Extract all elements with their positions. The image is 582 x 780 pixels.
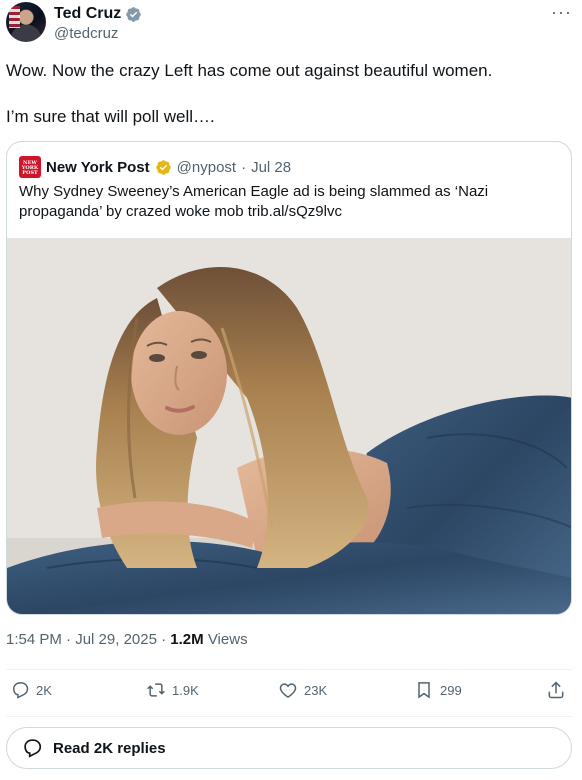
quoted-date[interactable]: Jul 28 bbox=[251, 159, 291, 176]
author-name[interactable]: Ted Cruz bbox=[54, 4, 121, 24]
tweet-time[interactable]: 1:54 PM bbox=[6, 631, 62, 648]
views-count: 1.2M bbox=[170, 631, 204, 648]
more-options-icon[interactable]: ··· bbox=[551, 2, 572, 22]
views-separator: · bbox=[161, 631, 167, 648]
quoted-tweet-card[interactable]: NEW YORK POST New York Post @nypost · Ju… bbox=[6, 141, 572, 615]
nypost-logo: NEW YORK POST bbox=[19, 156, 41, 178]
quoted-tweet-photo[interactable] bbox=[7, 238, 571, 614]
quoted-author-name[interactable]: New York Post bbox=[46, 159, 150, 176]
views-label: Views bbox=[207, 631, 248, 648]
tweet-date[interactable]: Jul 29, 2025 bbox=[75, 631, 157, 648]
quoted-tweet-text: Why Sydney Sweeney’s American Eagle ad i… bbox=[19, 183, 489, 220]
repost-count: 1.9K bbox=[172, 682, 199, 698]
bookmark-count: 299 bbox=[440, 682, 462, 698]
read-replies-button[interactable]: Read 2K replies bbox=[6, 727, 572, 769]
verified-badge-icon bbox=[126, 6, 142, 22]
repost-icon bbox=[147, 683, 165, 697]
share-icon bbox=[548, 681, 564, 699]
tweet-text-line-2: I’m sure that will poll well…. bbox=[6, 107, 215, 126]
repost-button[interactable]: 1.9K bbox=[146, 680, 199, 700]
reply-count: 2K bbox=[36, 682, 52, 698]
reply-button[interactable]: 2K bbox=[10, 680, 52, 700]
svg-text:POST: POST bbox=[22, 170, 38, 176]
author-avatar[interactable] bbox=[6, 2, 46, 42]
verified-gold-badge-icon bbox=[155, 159, 171, 175]
author-name-row: Ted Cruz bbox=[54, 4, 142, 24]
divider-bottom bbox=[6, 716, 572, 717]
like-count: 23K bbox=[304, 682, 328, 698]
tweet-header: Ted Cruz @tedcruz ··· bbox=[6, 2, 574, 46]
reply-icon bbox=[12, 682, 29, 699]
action-bar: 2K 1.9K 23K 299 bbox=[6, 680, 572, 708]
avatar-flag bbox=[9, 6, 20, 28]
author-handle[interactable]: @tedcruz bbox=[54, 25, 118, 42]
quoted-author-handle[interactable]: @nypost bbox=[177, 159, 236, 176]
bookmark-button[interactable]: 299 bbox=[414, 680, 462, 700]
heart-icon bbox=[279, 683, 297, 698]
quoted-tweet-header: NEW YORK POST New York Post @nypost · Ju… bbox=[19, 156, 291, 178]
bookmark-icon bbox=[418, 682, 430, 699]
tweet-text-line-1: Wow. Now the crazy Left has come out aga… bbox=[6, 61, 493, 80]
divider-top bbox=[6, 669, 572, 670]
timestamp-separator: · bbox=[66, 631, 72, 648]
tweet-text: Wow. Now the crazy Left has come out aga… bbox=[6, 60, 566, 128]
nypost-logo-mark: NEW YORK POST bbox=[21, 160, 39, 176]
photo-illustration bbox=[7, 238, 571, 614]
reply-bubble-icon bbox=[24, 739, 42, 758]
quoted-separator: · bbox=[241, 158, 247, 176]
share-button[interactable] bbox=[546, 680, 566, 700]
read-replies-label: Read 2K replies bbox=[53, 739, 166, 757]
like-button[interactable]: 23K bbox=[278, 680, 327, 700]
tweet-timestamp: 1:54 PM · Jul 29, 2025 · 1.2M Views bbox=[6, 631, 248, 648]
